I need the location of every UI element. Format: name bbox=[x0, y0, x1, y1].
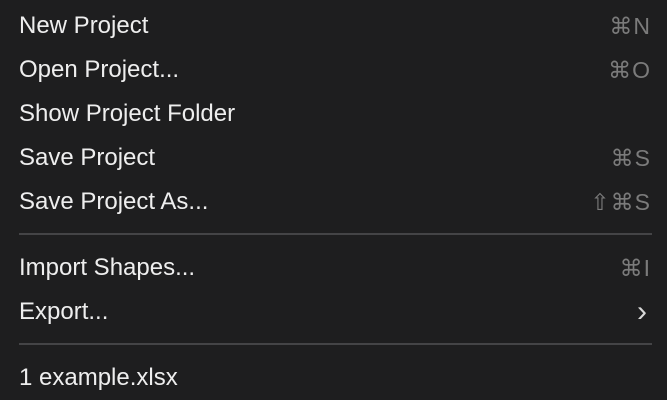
menu-separator bbox=[19, 343, 652, 345]
chevron-right-icon: › bbox=[637, 295, 647, 328]
keyboard-shortcut: ⇧⌘S bbox=[590, 188, 651, 215]
menu-item-label: 1 example.xlsx bbox=[19, 364, 178, 391]
menu-separator bbox=[19, 233, 652, 235]
keyboard-shortcut: ⌘I bbox=[619, 254, 651, 281]
menu-item-label: Save Project As... bbox=[19, 188, 209, 215]
menu-item-label: Export... bbox=[19, 298, 109, 325]
keyboard-shortcut: ⌘O bbox=[608, 56, 651, 83]
menu-item-label: Show Project Folder bbox=[19, 100, 236, 127]
menu-item-export[interactable]: Export... › bbox=[0, 290, 667, 334]
menu-item-label: Open Project... bbox=[19, 56, 180, 83]
menu-item-save-project-as[interactable]: Save Project As... ⇧⌘S bbox=[0, 180, 667, 224]
file-menu: New Project ⌘N Open Project... ⌘O Show P… bbox=[0, 0, 667, 400]
menu-item-open-project[interactable]: Open Project... ⌘O bbox=[0, 48, 667, 92]
menu-item-label: Save Project bbox=[19, 144, 156, 171]
menu-item-label: Import Shapes... bbox=[19, 254, 196, 281]
menu-item-label: New Project bbox=[19, 12, 149, 39]
menu-item-new-project[interactable]: New Project ⌘N bbox=[0, 4, 667, 48]
keyboard-shortcut: ⌘S bbox=[610, 144, 651, 171]
menu-item-save-project[interactable]: Save Project ⌘S bbox=[0, 136, 667, 180]
menu-item-import-shapes[interactable]: Import Shapes... ⌘I bbox=[0, 246, 667, 290]
keyboard-shortcut: ⌘N bbox=[609, 12, 651, 39]
menu-item-recent-file[interactable]: 1 example.xlsx bbox=[0, 356, 667, 400]
menu-item-show-project-folder[interactable]: Show Project Folder bbox=[0, 92, 667, 136]
